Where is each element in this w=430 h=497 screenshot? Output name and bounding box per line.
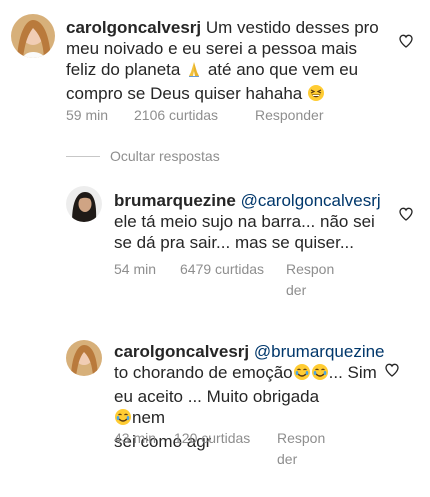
reply-first-line: brumarquezine @carolgoncalvesrj xyxy=(114,190,394,211)
praying-hands-icon xyxy=(185,60,203,83)
hide-replies-divider xyxy=(66,156,100,157)
comment-username[interactable]: carolgoncalvesrj xyxy=(66,18,201,37)
comment-likes-count[interactable]: 2106 curtidas xyxy=(134,105,218,126)
reply-line-2: to chorando de emoção... Sim xyxy=(114,362,394,386)
grinning-squint-face-icon xyxy=(307,84,325,107)
reply-time: 54 min xyxy=(114,261,157,277)
reply-button-line-2: der xyxy=(286,282,307,298)
reply-line-3: se dá pra sair... mas se quiser... xyxy=(114,233,355,252)
reply-button-line-2: der xyxy=(277,451,298,467)
reply-mention-link[interactable]: @carolgoncalvesrj xyxy=(241,191,381,210)
hide-replies-button[interactable]: Ocultar respostas xyxy=(110,147,220,165)
reply-line-3: eu aceito ... Muito obrigada xyxy=(114,387,320,406)
reply-button-line-1: Respon xyxy=(277,430,326,446)
avatar-brumarquezine[interactable] xyxy=(66,186,102,222)
reply-line-4-a: nem xyxy=(132,408,166,427)
reply-line-2-text: to chorando de emoção xyxy=(114,363,293,382)
reply-text: brumarquezine @carolgoncalvesrj ele tá m… xyxy=(114,190,394,253)
reply-time: 43 min xyxy=(114,430,157,446)
like-heart-icon[interactable] xyxy=(398,206,414,222)
comment-text: carolgoncalvesrj Um vestido desses pro m… xyxy=(66,17,386,107)
like-heart-icon[interactable] xyxy=(398,33,414,49)
reply-first-line: carolgoncalvesrj @brumarquezine xyxy=(114,341,394,362)
avatar-carolgoncalvesrj[interactable] xyxy=(66,340,102,376)
smiling-face-with-tear-icon xyxy=(293,363,311,386)
reply-reply-button[interactable]: Respon der xyxy=(286,259,334,301)
reply-reply-button[interactable]: Respon der xyxy=(277,428,325,470)
smiling-face-with-tear-icon xyxy=(311,363,329,386)
reply-button-line-1: Respon xyxy=(286,261,335,277)
reply-mention-link[interactable]: @brumarquezine xyxy=(254,342,385,361)
reply-username[interactable]: carolgoncalvesrj xyxy=(114,342,249,361)
like-heart-icon[interactable] xyxy=(384,362,400,378)
comment-time: 59 min xyxy=(66,107,109,123)
reply-likes-count[interactable]: 120 curtidas xyxy=(174,428,250,449)
avatar-carolgoncalvesrj[interactable] xyxy=(11,14,55,58)
reply-likes-count[interactable]: 6479 curtidas xyxy=(180,259,264,280)
comment-reply-button[interactable]: Responder xyxy=(255,105,324,126)
reply-line-2-tail: Sim xyxy=(347,363,377,382)
reply-line-2: ele tá meio sujo na barra... não sei xyxy=(114,212,375,231)
reply-username[interactable]: brumarquezine xyxy=(114,191,236,210)
